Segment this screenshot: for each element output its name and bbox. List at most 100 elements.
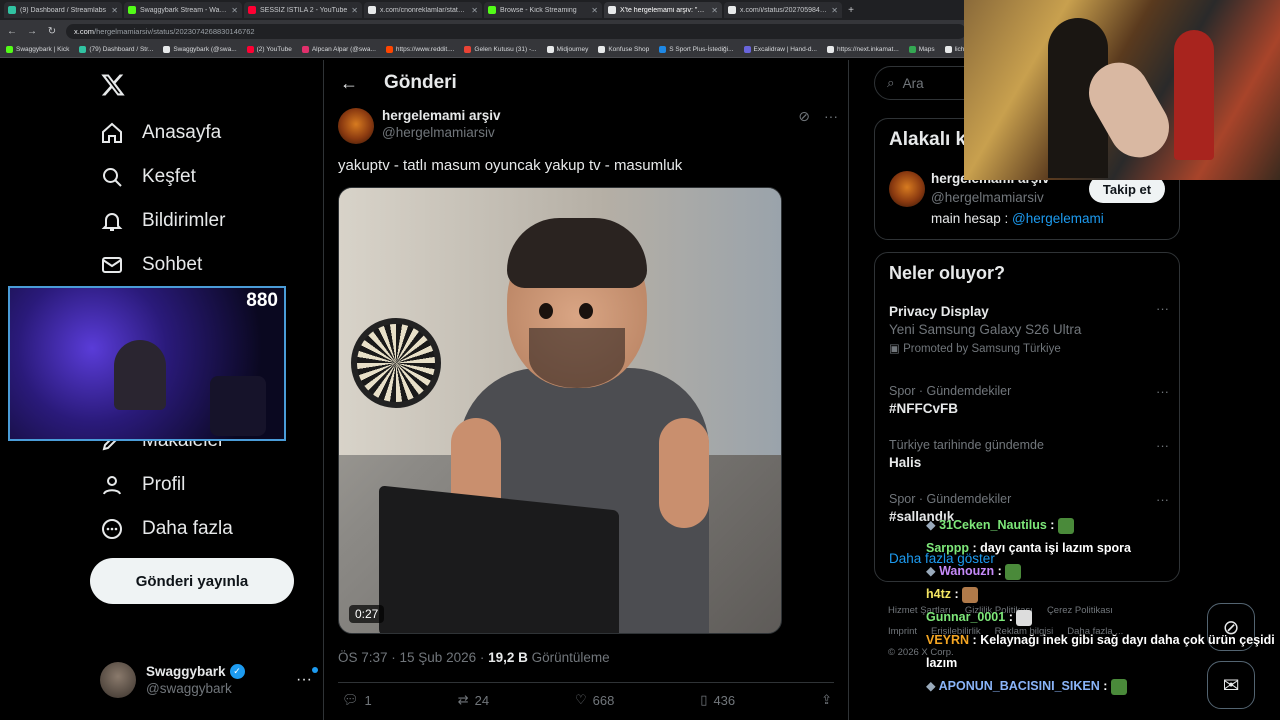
bookmark-icon: ▯ bbox=[700, 692, 708, 707]
home-icon bbox=[102, 122, 122, 143]
search-icon: ⌕ bbox=[887, 75, 895, 90]
author-name[interactable]: hergelemami arşiv bbox=[382, 108, 501, 123]
avatar bbox=[100, 662, 136, 698]
author-handle[interactable]: @hergelmamiarsiv bbox=[382, 125, 501, 140]
chat-text: Kelaynağı inek gibi sağ dayı daha çok ür… bbox=[926, 633, 1275, 670]
bookmark-item[interactable]: Excalidraw | Hand-d... bbox=[743, 46, 817, 53]
trend-item[interactable]: Türkiye tarihinde gündemde Halis ··· bbox=[889, 438, 1169, 470]
bookmark-favicon-icon bbox=[163, 46, 171, 53]
chat-message: ◆ Wanouzn : bbox=[926, 560, 1276, 583]
account-handle: @swaggybark bbox=[146, 681, 232, 696]
trend-item[interactable]: Privacy Display Yeni Samsung Galaxy S26 U… bbox=[889, 301, 1169, 355]
browser-tab[interactable]: SESSİZ İSTİLA 2 - YouTube ✕ bbox=[244, 2, 362, 18]
grok-icon[interactable]: ⊘ bbox=[798, 108, 810, 125]
close-icon[interactable]: ✕ bbox=[711, 6, 718, 15]
nav-item-2[interactable]: Keşfet bbox=[100, 155, 196, 199]
chat-username[interactable]: Wanouzn bbox=[939, 564, 994, 578]
nav-item-1[interactable]: Anasayfa bbox=[100, 111, 221, 155]
more-options-icon[interactable]: ··· bbox=[1156, 301, 1169, 316]
related-avatar[interactable] bbox=[889, 171, 925, 207]
author-avatar[interactable] bbox=[338, 108, 374, 144]
like-button[interactable]: ♡ 668 bbox=[575, 692, 614, 708]
bookmark-item[interactable]: https://www.reddit.... bbox=[385, 46, 454, 53]
more-circle-icon bbox=[102, 519, 122, 539]
nav-item-3[interactable]: Bildirimler bbox=[100, 199, 225, 243]
bookmark-label: Konfuse Shop bbox=[608, 46, 650, 53]
bookmark-item[interactable]: Gelen Kutusu (31) -... bbox=[464, 46, 537, 53]
back-icon[interactable]: ← bbox=[6, 26, 18, 37]
new-tab-icon[interactable]: + bbox=[844, 3, 858, 17]
nav-item-6[interactable]: Profil bbox=[100, 463, 185, 507]
reload-icon[interactable]: ↻ bbox=[46, 26, 58, 37]
chat-username[interactable]: Gunnar_0001 bbox=[926, 610, 1005, 624]
trend-item[interactable]: Spor · Gündemdekiler #NFFCvFB ··· bbox=[889, 384, 1169, 416]
post-button[interactable]: Gönderi yayınla bbox=[90, 558, 294, 604]
footer-link[interactable]: Imprint bbox=[888, 626, 917, 637]
views-label: Görüntüleme bbox=[527, 650, 610, 665]
related-bio-link[interactable]: @hergelemami bbox=[1012, 211, 1104, 226]
promoted-text: Promoted by Samsung Türkiye bbox=[903, 343, 1061, 355]
chat-username[interactable]: Sarppp bbox=[926, 541, 969, 555]
bookmark-item[interactable]: (2) YouTube bbox=[246, 46, 292, 53]
x-logo-icon[interactable] bbox=[100, 72, 126, 98]
bookmark-label: (2) YouTube bbox=[256, 46, 292, 53]
forward-icon[interactable]: → bbox=[26, 26, 38, 37]
repost-button[interactable]: ⇄ 24 bbox=[458, 692, 489, 708]
nav-item-label: Anasayfa bbox=[142, 122, 222, 143]
bookmark-item[interactable]: https://next.inkamat... bbox=[826, 46, 899, 53]
browser-tab[interactable]: Browse - Kick Streaming ✕ bbox=[484, 2, 602, 18]
chat-username[interactable]: VEYRN bbox=[926, 633, 969, 647]
browser-tab[interactable]: (9) Dashboard / Streamlabs ✕ bbox=[4, 2, 122, 18]
more-options-icon[interactable]: ··· bbox=[824, 108, 838, 125]
bookmark-item[interactable]: Swaggybark | Kick bbox=[6, 46, 69, 53]
bookmark-item[interactable]: (79) Dashboard / Str... bbox=[79, 46, 153, 53]
related-bio-text: main hesap : bbox=[931, 211, 1013, 226]
browser-tab[interactable]: x.com/cnonreklamlar/status/20 ✕ bbox=[364, 2, 482, 18]
bookmark-item[interactable]: Midjourney bbox=[546, 46, 588, 53]
chat-username[interactable]: h4tz bbox=[926, 587, 951, 601]
related-handle[interactable]: @hergelmamiarsiv bbox=[931, 190, 1044, 205]
divider bbox=[338, 682, 834, 683]
browser-tab[interactable]: x.com/i/status/20270598448 ✕ bbox=[724, 2, 842, 18]
close-icon[interactable]: ✕ bbox=[471, 6, 478, 15]
reply-button[interactable]: 💬︎ 1 bbox=[342, 692, 372, 708]
more-dots-icon[interactable]: ··· bbox=[296, 667, 318, 689]
close-icon[interactable]: ✕ bbox=[831, 6, 838, 15]
bookmark-label: Excalidraw | Hand-d... bbox=[753, 46, 817, 53]
back-arrow-icon[interactable]: ← bbox=[340, 73, 358, 94]
more-options-icon[interactable]: ··· bbox=[1156, 384, 1169, 399]
related-title: Alakalı k bbox=[889, 129, 967, 150]
chat-username[interactable]: APONUN_BACISINI_SIKEN bbox=[939, 679, 1100, 693]
tab-favicon-icon bbox=[128, 6, 136, 14]
url-input[interactable]: x.com/hergelmamiarsiv/status/20230742688… bbox=[66, 23, 966, 39]
timestamp[interactable]: ÖS 7:37 · 15 Şub 2026 · bbox=[338, 650, 488, 665]
chat-emote-icon bbox=[1057, 517, 1074, 534]
tweet-text: yakuptv - tatlı masum oyuncak yakup tv -… bbox=[338, 157, 683, 174]
close-icon[interactable]: ✕ bbox=[351, 6, 358, 15]
browser-tab[interactable]: X'te hergelemami arşiv: "yakup ✕ bbox=[604, 2, 722, 18]
more-options-icon[interactable]: ··· bbox=[1156, 438, 1169, 453]
bookmark-item[interactable]: Maps bbox=[908, 46, 935, 53]
close-icon[interactable]: ✕ bbox=[231, 6, 238, 15]
bookmark-item[interactable]: Alpcan Alpar (@swa... bbox=[301, 46, 376, 53]
close-icon[interactable]: ✕ bbox=[111, 6, 118, 15]
nav-item-label: Daha fazla bbox=[142, 518, 233, 539]
url-path: /hergelmamiarsiv/status/2023074268830146… bbox=[94, 26, 255, 36]
bookmark-label: (79) Dashboard / Str... bbox=[89, 46, 154, 53]
browser-tab[interactable]: Swaggybark Stream - Watch Live✕ bbox=[124, 2, 242, 18]
share-button[interactable]: ⇪ bbox=[821, 692, 832, 708]
nav-item-label: Sohbet bbox=[142, 254, 203, 275]
bookmark-item[interactable]: Swaggybark (@swa... bbox=[163, 46, 237, 53]
bookmark-item[interactable]: S Sport Plus-İstediği... bbox=[659, 46, 734, 53]
nav-item-7[interactable]: Daha fazla bbox=[100, 507, 233, 551]
chat-username[interactable]: 31Ceken_Nautilus bbox=[939, 518, 1047, 532]
video-player[interactable]: 0:27 bbox=[338, 187, 782, 634]
close-icon[interactable]: ✕ bbox=[591, 6, 598, 15]
chat-emote-icon bbox=[962, 586, 979, 603]
bookmark-button[interactable]: ▯ 436 bbox=[700, 692, 735, 708]
video-duration: 0:27 bbox=[349, 605, 385, 623]
nav-item-4[interactable]: Sohbet bbox=[100, 243, 202, 287]
more-options-icon[interactable]: ··· bbox=[1156, 492, 1169, 507]
bookmark-item[interactable]: Konfuse Shop bbox=[598, 46, 649, 53]
account-switcher[interactable]: Swaggybark ✓ @swaggybark ··· bbox=[100, 658, 318, 702]
